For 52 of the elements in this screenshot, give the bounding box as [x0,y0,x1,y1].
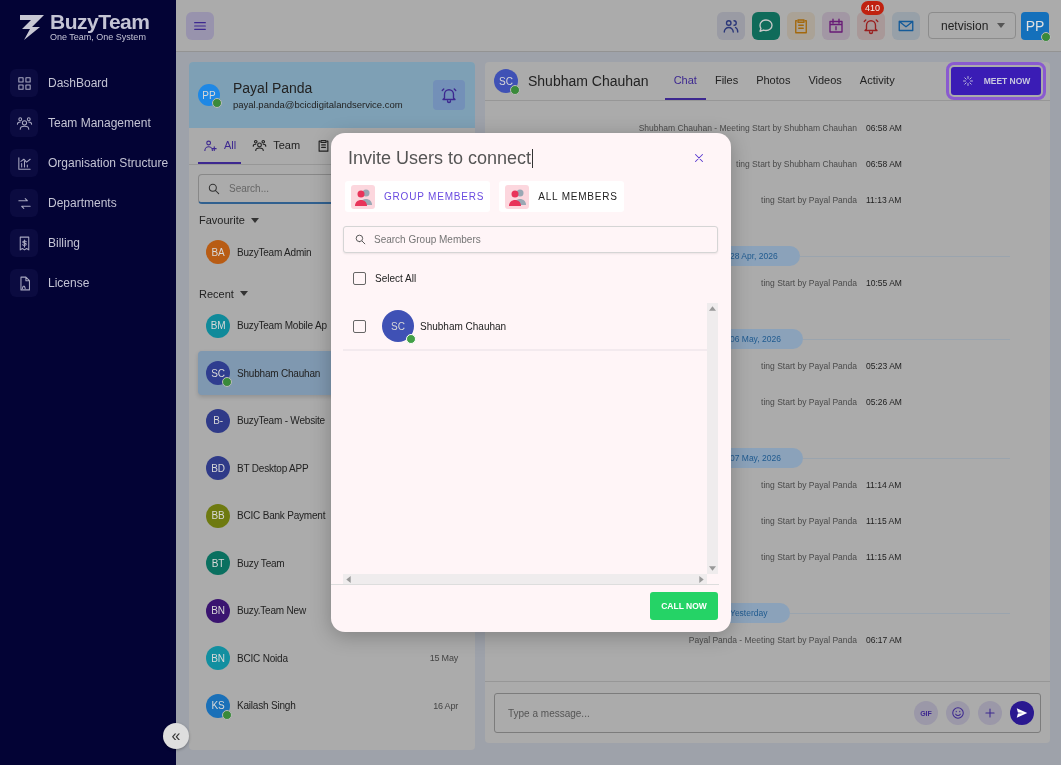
contact-date: 16 Apr [433,700,459,711]
message-time: 05:26 AM [866,397,903,407]
message-time: 06:17 AM [866,635,903,645]
profile-name: Payal Panda [233,80,314,96]
notification-badge: 410 [861,0,885,15]
event-message: Payal Panda - Meeting Start by Payal Panda [688,635,857,645]
logo-tagline: One Team, One System [50,32,146,42]
contact-name: BuzyTeam Mobile Ap [237,320,327,331]
message-time: 11:13 AM [866,195,903,205]
member-name: Shubham Chauhan [420,320,507,332]
event-message: Shubham Chauhan - Meeting Start by Shubham Chauhan [638,123,857,133]
avatar: BM [206,313,230,338]
avatar: BD [206,456,230,480]
profile-email: payal.panda@bcicdigitalandservice.com [233,99,404,110]
avatar: B- [206,408,230,433]
contact-name: Buzy.Team New [237,605,306,616]
contact-name: BuzyTeam Admin [237,246,312,258]
contact-name: BT Desktop APP [237,462,309,474]
message-time: 11:15 AM [866,516,903,526]
contact-name: BCIC Bank Payment [237,510,326,521]
event-message: ting Start by Payal Panda [761,195,857,205]
avatar: KS [206,693,230,718]
avatar: BN [206,598,230,623]
contact-name: Buzy Team [237,557,285,569]
message-time: 06:58 AM [866,123,903,133]
contact-date: 15 May [429,653,459,663]
event-message: ting Start by Payal Panda [761,397,857,407]
chat-contact-name: Shubham Chauhan [528,73,649,89]
event-message: ting Start by Payal Panda [761,516,857,526]
event-message: ting Start by Shubham Chauhan [736,159,857,169]
event-message: ting Start by Payal Panda [761,361,857,371]
event-message: ting Start by Payal Panda [761,480,857,490]
contact-name: Kailash Singh [237,700,296,711]
message-time: 11:15 AM [866,552,903,562]
avatar: SC [494,69,518,93]
message-time: 06:58 AM [866,159,903,169]
contact-name: BuzyTeam - Website [237,415,325,426]
contact-name: BCIC Noida [237,652,288,664]
contact-name: Shubham Chauhan [237,367,321,379]
avatar: SC [382,310,414,342]
event-message: ting Start by Payal Panda [761,552,857,562]
avatar: BA [206,240,230,264]
message-time: 10:55 AM [866,278,903,288]
message-time: 11:14 AM [866,480,903,490]
event-message: ting Start by Payal Panda [761,278,857,288]
message-time: 05:23 AM [866,361,903,371]
avatar: BT [206,551,230,575]
avatar: PP [198,84,220,106]
avatar: SC [206,361,230,385]
avatar: BN [206,646,230,670]
logo-name: BuzyTeam [50,12,150,32]
avatar: BB [206,503,230,528]
